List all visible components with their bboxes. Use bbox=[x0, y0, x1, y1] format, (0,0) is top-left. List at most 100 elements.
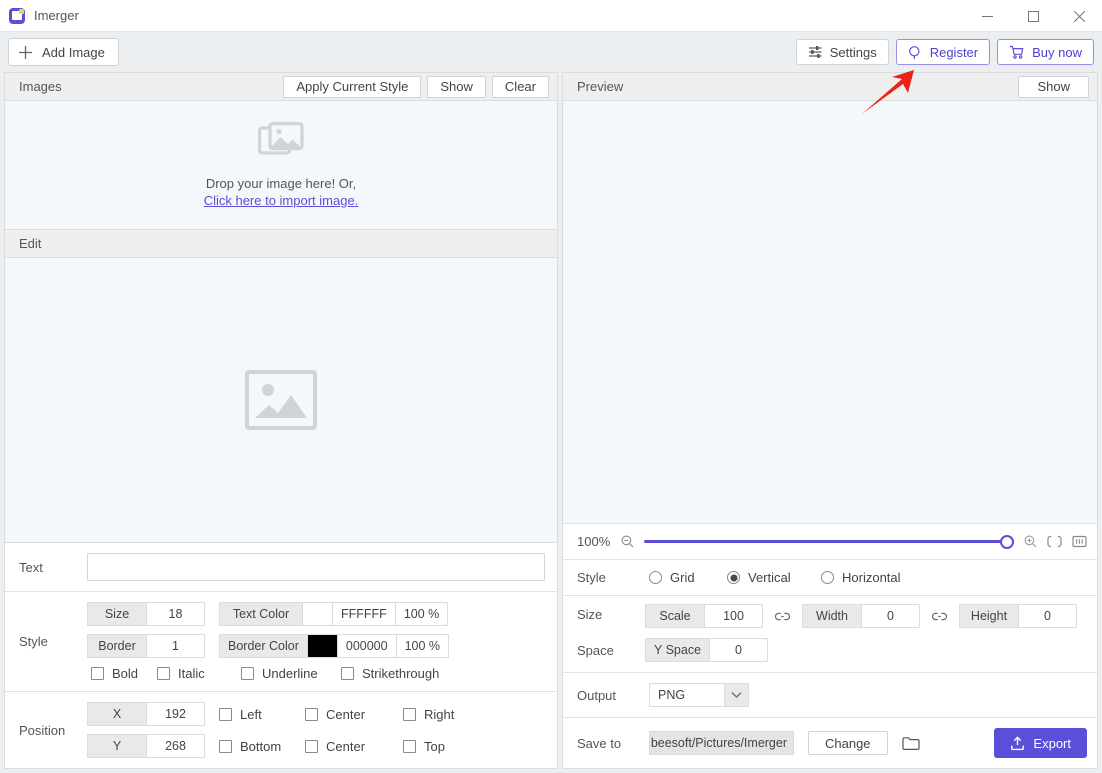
preview-show-button[interactable]: Show bbox=[1018, 75, 1089, 98]
plus-icon bbox=[19, 45, 32, 59]
export-label: Export bbox=[1033, 735, 1071, 751]
window-title: Imerger bbox=[34, 8, 79, 23]
bold-checkbox[interactable]: Bold bbox=[91, 666, 157, 681]
zoom-out-icon[interactable] bbox=[621, 535, 634, 548]
output-format-select[interactable]: PNG bbox=[649, 683, 749, 707]
border-color-field[interactable]: Border Color 000000 100 % bbox=[219, 634, 450, 658]
width-field[interactable]: Width 0 bbox=[802, 604, 920, 628]
image-drop-area[interactable]: Drop your image here! Or, Click here to … bbox=[5, 101, 557, 229]
add-image-button[interactable]: Add Image bbox=[8, 38, 119, 66]
zoom-slider[interactable] bbox=[644, 534, 1014, 549]
images-clear-button[interactable]: Clear bbox=[491, 75, 549, 98]
border-width-value[interactable]: 1 bbox=[146, 635, 204, 657]
zoom-slider-handle[interactable] bbox=[1000, 534, 1014, 549]
register-label: Register bbox=[929, 44, 979, 60]
preview-card: Preview Show 100% Style Grid Vertical Ho… bbox=[562, 72, 1098, 769]
align-bottom-checkbox[interactable]: Bottom bbox=[219, 739, 305, 754]
layout-style-label: Style bbox=[577, 570, 606, 585]
checkbox-box bbox=[219, 707, 232, 721]
maximize-icon[interactable] bbox=[1010, 0, 1056, 32]
scale-value[interactable]: 100 bbox=[704, 605, 762, 627]
layout-style-row: Style Grid Vertical Horizontal bbox=[563, 559, 1097, 595]
actual-size-icon[interactable] bbox=[1072, 535, 1087, 548]
folder-icon[interactable] bbox=[901, 736, 920, 751]
align-top-checkbox[interactable]: Top bbox=[403, 739, 445, 754]
strikethrough-checkbox[interactable]: Strikethrough bbox=[341, 666, 439, 681]
layout-horizontal-radio[interactable]: Horizontal bbox=[821, 570, 901, 585]
underline-label: Underline bbox=[262, 666, 318, 681]
text-color-value[interactable]: FFFFFF bbox=[332, 603, 395, 625]
position-y-value[interactable]: 268 bbox=[146, 735, 204, 757]
output-row-label: Output bbox=[577, 687, 617, 703]
add-image-label: Add Image bbox=[42, 44, 105, 60]
buy-now-button[interactable]: Buy now bbox=[997, 39, 1094, 65]
height-field[interactable]: Height 0 bbox=[959, 604, 1077, 628]
position-x-field[interactable]: X 192 bbox=[87, 702, 205, 726]
fit-to-screen-icon[interactable] bbox=[1047, 535, 1062, 548]
text-color-field[interactable]: Text Color FFFFFF 100 % bbox=[219, 602, 449, 626]
register-button[interactable]: Register bbox=[895, 39, 991, 65]
zoom-percent-label: 100% bbox=[577, 534, 611, 549]
checkbox-box bbox=[341, 667, 354, 680]
text-input[interactable] bbox=[87, 553, 545, 581]
align-right-checkbox[interactable]: Right bbox=[403, 707, 454, 722]
edit-canvas-area[interactable] bbox=[5, 258, 557, 542]
gear-icon bbox=[808, 46, 822, 58]
link-chain-icon[interactable] bbox=[932, 611, 947, 622]
apply-current-style-button[interactable]: Apply Current Style bbox=[283, 75, 422, 98]
y-space-label: Y Space bbox=[646, 639, 710, 661]
search-icon bbox=[908, 45, 920, 59]
position-x-value[interactable]: 192 bbox=[146, 703, 204, 725]
cart-icon bbox=[1010, 45, 1024, 59]
border-color-swatch[interactable] bbox=[306, 635, 337, 657]
text-color-opacity[interactable]: 100 % bbox=[394, 603, 448, 625]
align-center-v-checkbox[interactable]: Center bbox=[305, 739, 403, 754]
align-center-v-label: Center bbox=[326, 738, 366, 754]
main-content: Images Apply Current Style Show Clear Dr… bbox=[0, 72, 1102, 773]
export-button[interactable]: Export bbox=[994, 728, 1087, 758]
border-color-value[interactable]: 000000 bbox=[336, 635, 396, 657]
save-path-display[interactable]: beesoft/Pictures/Imerger bbox=[649, 731, 794, 755]
left-panel: Images Apply Current Style Show Clear Dr… bbox=[4, 72, 558, 769]
font-size-value[interactable]: 18 bbox=[146, 603, 204, 625]
font-size-field[interactable]: Size 18 bbox=[87, 602, 205, 626]
scale-field[interactable]: Scale 100 bbox=[645, 604, 763, 628]
align-center-h-checkbox[interactable]: Center bbox=[305, 707, 403, 722]
main-toolbar: Add Image Settings Register Buy now bbox=[0, 32, 1102, 72]
link-chain-icon[interactable] bbox=[775, 611, 790, 622]
images-show-button[interactable]: Show bbox=[427, 75, 486, 98]
style-row: Style Size 18 Text Color FFFFFF 100 % Bo… bbox=[5, 591, 557, 691]
layout-vertical-radio[interactable]: Vertical bbox=[727, 570, 821, 585]
text-color-swatch[interactable] bbox=[302, 603, 332, 625]
underline-checkbox[interactable]: Underline bbox=[241, 666, 341, 681]
width-value[interactable]: 0 bbox=[861, 605, 919, 627]
settings-button[interactable]: Settings bbox=[795, 39, 889, 65]
export-upload-icon bbox=[1011, 735, 1025, 750]
position-y-field[interactable]: Y 268 bbox=[87, 734, 205, 758]
layout-grid-label: Grid bbox=[670, 570, 695, 585]
minimize-icon[interactable] bbox=[964, 0, 1010, 32]
checkbox-box bbox=[403, 739, 416, 753]
italic-checkbox[interactable]: Italic bbox=[157, 666, 241, 681]
border-color-opacity[interactable]: 100 % bbox=[395, 635, 449, 657]
scale-label: Scale bbox=[646, 605, 704, 627]
align-bottom-label: Bottom bbox=[240, 738, 282, 754]
bold-label: Bold bbox=[112, 666, 139, 681]
zoom-in-icon[interactable] bbox=[1024, 535, 1037, 548]
layout-grid-radio[interactable]: Grid bbox=[649, 570, 727, 585]
radio-circle bbox=[821, 571, 834, 584]
import-image-link[interactable]: Click here to import image. bbox=[204, 193, 359, 208]
y-space-value[interactable]: 0 bbox=[709, 639, 768, 661]
image-placeholder-icon bbox=[245, 370, 317, 430]
border-width-field[interactable]: Border 1 bbox=[87, 634, 205, 658]
change-path-button[interactable]: Change bbox=[808, 731, 888, 755]
checkbox-box bbox=[403, 707, 416, 721]
output-format-value: PNG bbox=[658, 688, 686, 702]
close-icon[interactable] bbox=[1056, 0, 1102, 32]
align-left-checkbox[interactable]: Left bbox=[219, 707, 305, 722]
preview-canvas-area[interactable] bbox=[563, 101, 1097, 523]
window-controls bbox=[964, 0, 1102, 32]
save-to-row: Save to beesoft/Pictures/Imerger Change … bbox=[563, 717, 1097, 768]
height-value[interactable]: 0 bbox=[1018, 605, 1076, 627]
y-space-field[interactable]: Y Space 0 bbox=[645, 638, 769, 662]
